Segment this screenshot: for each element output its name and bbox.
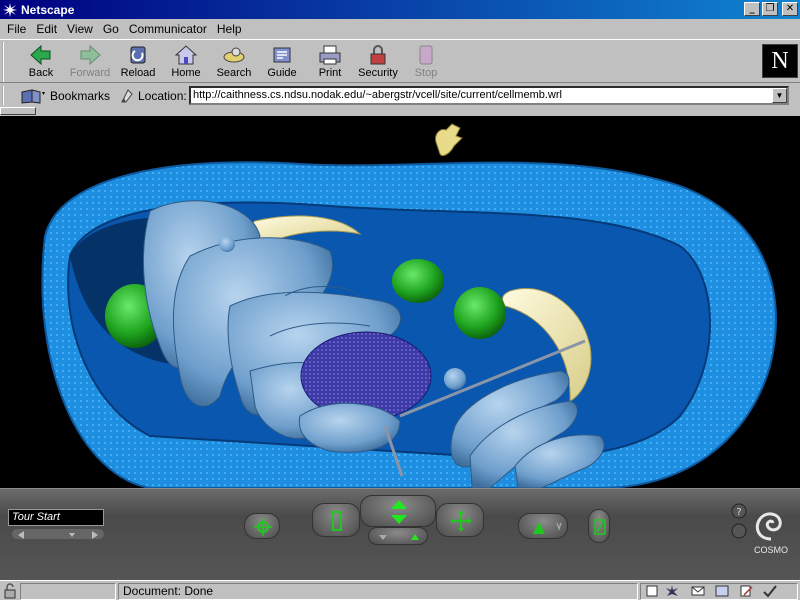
status-text-pane: Document: Done <box>118 583 638 600</box>
stop-icon <box>419 45 433 65</box>
url-input[interactable]: http://caithness.cs.ndsu.nodak.edu/~aber… <box>189 86 789 105</box>
vesicle-1 <box>444 368 466 390</box>
offline-icon[interactable] <box>644 584 660 598</box>
bookmarks-button[interactable]: Bookmarks <box>20 86 110 105</box>
cosmo-swirl-icon <box>755 512 782 541</box>
straighten-button[interactable] <box>588 509 610 543</box>
navigation-toolbar: Back Forward Reload Home Search Guide Pr… <box>0 39 800 83</box>
maximize-button[interactable]: ❐ <box>762 2 778 16</box>
menu-communicator[interactable]: Communicator <box>124 22 212 36</box>
window-title: Netscape <box>21 2 75 17</box>
reload-button[interactable]: Reload <box>114 42 162 82</box>
pan-button[interactable] <box>436 503 484 537</box>
viewpoint-list[interactable]: Tour Start <box>8 509 104 526</box>
slide-button[interactable] <box>312 503 360 537</box>
netscape-app-icon <box>3 2 17 17</box>
cosmo-player-dashboard: Tour Start COSMO ? <box>0 488 800 580</box>
location-label-group: Location: <box>120 86 187 105</box>
back-button[interactable]: Back <box>17 42 65 82</box>
mail-icon[interactable] <box>690 584 706 598</box>
zoom-button[interactable] <box>518 513 568 539</box>
page-proxy-icon[interactable] <box>120 88 134 104</box>
menu-edit[interactable]: Edit <box>31 22 62 36</box>
walk-arrows-icon <box>391 500 407 524</box>
newsgroups-icon[interactable] <box>714 584 730 598</box>
search-icon <box>223 47 245 63</box>
chloroplast-2 <box>392 259 444 303</box>
vrml-viewport[interactable] <box>0 116 800 488</box>
bookmarks-icon <box>21 88 45 104</box>
menu-go[interactable]: Go <box>98 22 124 36</box>
menu-view[interactable]: View <box>62 22 98 36</box>
slide-icon <box>332 511 342 531</box>
forward-button[interactable]: Forward <box>66 42 114 82</box>
status-bar: Document: Done <box>0 580 800 600</box>
cosmo-logo: COSMO <box>748 499 794 561</box>
crosshair-icon <box>254 518 272 536</box>
stop-button[interactable]: Stop <box>402 42 450 82</box>
cell-model-scene <box>41 123 777 488</box>
straighten-icon <box>594 519 606 535</box>
collapsed-toolbar-strip <box>0 107 800 115</box>
reload-icon <box>130 46 146 64</box>
svg-text:?: ? <box>736 507 741 518</box>
status-text: Document: Done <box>123 584 214 598</box>
toolbar-grip[interactable] <box>2 42 6 82</box>
home-button[interactable]: Home <box>162 42 210 82</box>
printer-icon <box>319 45 341 65</box>
back-arrow-icon <box>30 44 51 66</box>
viewpoint-stepper[interactable] <box>12 529 104 539</box>
close-button[interactable]: ✕ <box>782 2 798 16</box>
vesicle-2 <box>219 236 235 252</box>
walk-button[interactable] <box>360 495 436 527</box>
url-dropdown-button[interactable]: ▼ <box>772 88 787 103</box>
bookmarks-label: Bookmarks <box>50 88 111 103</box>
pan-cross-icon <box>450 510 472 532</box>
location-grip[interactable] <box>2 86 6 105</box>
chloroplast-3 <box>454 287 506 339</box>
forward-arrow-icon <box>80 44 101 66</box>
search-button[interactable]: Search <box>210 42 258 82</box>
toolbar-tab[interactable] <box>0 107 36 115</box>
progress-pane <box>20 583 116 600</box>
navigator-icon[interactable] <box>664 584 680 598</box>
floating-hand-object <box>435 123 463 157</box>
menu-file[interactable]: File <box>2 22 31 36</box>
guide-button[interactable]: Guide <box>258 42 306 82</box>
padlock-icon <box>370 45 386 65</box>
security-lock-icon[interactable] <box>2 583 18 599</box>
print-button[interactable]: Print <box>306 42 354 82</box>
guide-icon <box>273 47 291 63</box>
title-bar: Netscape _ ❐ ✕ <box>0 0 800 19</box>
viewpoint-name: Tour Start <box>12 511 60 523</box>
location-label: Location: <box>138 88 187 103</box>
menu-bar: File Edit View Go Communicator Help <box>0 19 800 38</box>
cosmo-brand-text: COSMO <box>753 545 788 555</box>
tilt-arrows-icon <box>379 534 419 540</box>
url-text: http://caithness.cs.ndsu.nodak.edu/~aber… <box>193 89 562 101</box>
composer-icon[interactable] <box>738 584 754 598</box>
minimize-button[interactable]: _ <box>744 2 760 16</box>
tilt-button[interactable] <box>368 527 428 545</box>
menu-help[interactable]: Help <box>212 22 247 36</box>
seek-button[interactable] <box>244 513 280 539</box>
netscape-logo[interactable]: N <box>762 44 798 78</box>
signed-doc-icon[interactable] <box>762 584 778 598</box>
security-button[interactable]: Security <box>354 42 402 82</box>
zoom-icon <box>533 522 562 534</box>
help-options-icons[interactable]: ? <box>730 501 748 541</box>
home-icon <box>174 45 198 65</box>
